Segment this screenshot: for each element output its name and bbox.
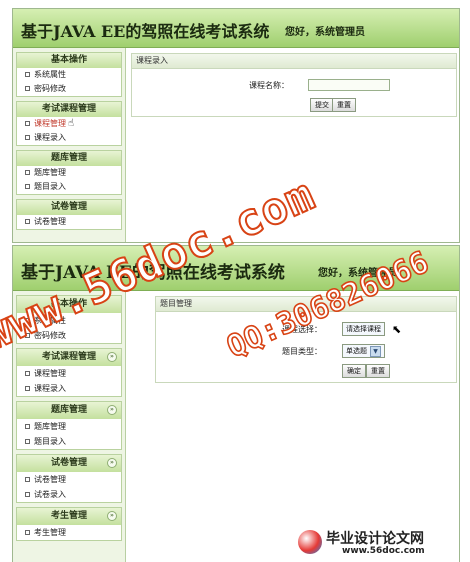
bullet-icon (25, 371, 30, 376)
app-title: 基于JAVA EE的驾照在线考试系统 (21, 263, 285, 283)
sidebar-group-title[interactable]: 考试课程管理» (17, 349, 121, 366)
app-title: 基于JAVA EE的驾照在线考试系统 (21, 22, 270, 41)
sidebar-group-bank: 题库管理 题库管理 题目录入 (16, 150, 122, 195)
sidebar-group-title[interactable]: 考试课程管理 (17, 102, 121, 117)
sidebar-item-paper-entry[interactable]: 试卷录入 (17, 487, 121, 502)
hand-cursor-icon: ☝ (68, 118, 75, 129)
question-type-label: 题目类型： (282, 347, 322, 356)
question-type-select[interactable]: 单选题 ▼ (342, 344, 385, 358)
sidebar-item-paper-manage[interactable]: 试卷管理 (17, 215, 121, 229)
mouse-pointer-icon: ⬉ (392, 323, 402, 336)
sidebar-item-course-entry[interactable]: 课程录入 (17, 131, 121, 145)
sidebar-group-title[interactable]: 试卷管理 (17, 200, 121, 215)
bullet-icon (25, 219, 30, 224)
sidebar-group-title[interactable]: 题库管理» (17, 402, 121, 419)
course-select-label: 课程选择： (282, 325, 322, 334)
bullet-icon (25, 86, 30, 91)
sidebar-item-course-entry[interactable]: 课程录入 (17, 381, 121, 396)
sidebar-group-paper: 试卷管理 试卷管理 (16, 199, 122, 230)
bullet-icon (25, 135, 30, 140)
sidebar-item-password[interactable]: 密码修改 (17, 82, 121, 96)
bullet-icon (25, 184, 30, 189)
sidebar-group-basic: 基本操作 系统属性 密码修改 (16, 52, 122, 97)
bullet-icon (25, 386, 30, 391)
chevron-down-icon[interactable]: ▼ (370, 345, 381, 357)
sidebar-item-course-manage[interactable]: 课程管理 ☝ (17, 117, 121, 131)
sidebar-group-examinee: 考生管理» 考生管理 (16, 507, 122, 541)
globe-logo-icon (298, 530, 322, 554)
sidebar: 基本操作 系统属性 密码修改 考试课程管理 课程管理 ☝ 课程录入 题库管理 题库… (13, 48, 126, 242)
sidebar-item-question-entry[interactable]: 题目录入 (17, 180, 121, 194)
sidebar: 基本操作 系统属性 密码修改 考试课程管理» 课程管理 课程录入 题库管理» 题… (13, 291, 126, 562)
bullet-icon (25, 318, 30, 323)
course-entry-panel: 课程录入 课程名称： 提交 重置 (131, 53, 457, 117)
sidebar-item-system-props[interactable]: 系统属性 (17, 68, 121, 82)
user-greeting: 您好，系统管理员 (318, 268, 398, 279)
bullet-icon (25, 477, 30, 482)
sidebar-group-title[interactable]: 考生管理» (17, 508, 121, 525)
sidebar-item-question-entry[interactable]: 题目录入 (17, 434, 121, 449)
sidebar-item-course-manage[interactable]: 课程管理 (17, 366, 121, 381)
bullet-icon (25, 170, 30, 175)
sidebar-group-title[interactable]: 题库管理 (17, 151, 121, 166)
question-manage-panel: 题目管理 课程选择： 请选择课程 ⬉ 题目类型： 单选题 ▼ 确定 重置 (155, 296, 457, 383)
sidebar-group-basic: 基本操作 系统属性 密码修改 (16, 295, 122, 344)
course-name-label: 课程名称： (249, 81, 289, 90)
sidebar-group-course: 考试课程管理 课程管理 ☝ 课程录入 (16, 101, 122, 146)
footer-brand: 毕业设计论文网 (326, 531, 424, 547)
bullet-icon (25, 530, 30, 535)
sidebar-group-title[interactable]: 基本操作 (17, 53, 121, 68)
submit-button[interactable]: 提交 (310, 98, 334, 112)
user-greeting: 您好，系统管理员 (285, 27, 365, 38)
sidebar-item-paper-manage[interactable]: 试卷管理 (17, 472, 121, 487)
sidebar-group-title[interactable]: 基本操作 (17, 296, 121, 313)
collapse-icon[interactable]: » (107, 352, 117, 362)
sidebar-group-bank: 题库管理» 题库管理 题目录入 (16, 401, 122, 450)
bullet-icon (25, 72, 30, 77)
course-select[interactable]: 请选择课程 (342, 322, 385, 336)
bullet-icon (25, 492, 30, 497)
panel-title: 课程录入 (132, 54, 456, 69)
sidebar-group-title[interactable]: 试卷管理» (17, 455, 121, 472)
footer-site: www.56doc.com (342, 546, 425, 556)
panel-title: 题目管理 (156, 297, 456, 312)
course-name-input[interactable] (308, 79, 390, 91)
sidebar-item-system-props[interactable]: 系统属性 (17, 313, 121, 328)
site-footer-logo: 毕业设计论文网 www.56doc.com (290, 528, 462, 558)
sidebar-group-course: 考试课程管理» 课程管理 课程录入 (16, 348, 122, 397)
bullet-icon (25, 333, 30, 338)
collapse-icon[interactable]: » (107, 405, 117, 415)
sidebar-item-examinee-manage[interactable]: 考生管理 (17, 525, 121, 540)
sidebar-item-bank-manage[interactable]: 题库管理 (17, 419, 121, 434)
screenshot-question-manage: 基于JAVA EE的驾照在线考试系统 您好，系统管理员 基本操作 系统属性 密码… (12, 245, 460, 562)
sidebar-group-paper: 试卷管理» 试卷管理 试卷录入 (16, 454, 122, 503)
reset-button[interactable]: 重置 (332, 98, 356, 112)
app-header: 基于JAVA EE的驾照在线考试系统 您好，系统管理员 (13, 246, 459, 291)
collapse-icon[interactable]: » (107, 458, 117, 468)
collapse-icon[interactable]: » (107, 511, 117, 521)
bullet-icon (25, 424, 30, 429)
sidebar-item-bank-manage[interactable]: 题库管理 (17, 166, 121, 180)
bullet-icon (25, 439, 30, 444)
app-header: 基于JAVA EE的驾照在线考试系统 您好，系统管理员 (13, 9, 459, 48)
screenshot-course-entry: 基于JAVA EE的驾照在线考试系统 您好，系统管理员 基本操作 系统属性 密码… (12, 8, 460, 243)
bullet-icon (25, 121, 30, 126)
reset-button[interactable]: 重置 (366, 364, 390, 378)
confirm-button[interactable]: 确定 (342, 364, 366, 378)
sidebar-item-password[interactable]: 密码修改 (17, 328, 121, 343)
